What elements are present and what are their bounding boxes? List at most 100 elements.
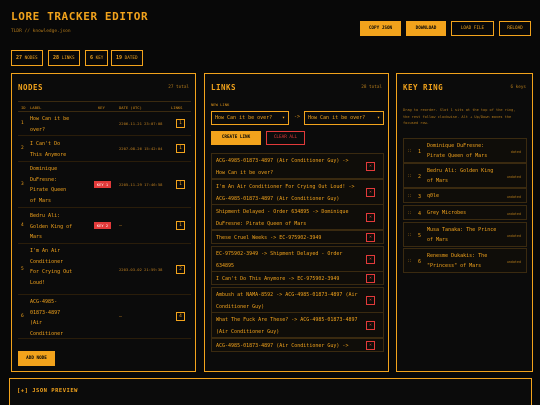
link-from-value: How Can it be over? <box>215 115 273 121</box>
table-row[interactable]: 4 Bedru Ali: Golden King of Mars KEY 2 – 1 <box>18 208 191 244</box>
key-ring-item[interactable]: :: 2 Bedru Ali: Golden King of Mars undated <box>403 163 527 188</box>
node-label-line: 01873-4897 <box>30 309 61 316</box>
link-item[interactable]: Shipment Delayed - Order 634895 -> Domin… <box>211 204 384 230</box>
link-text-line: DuFresne: Pirate Queen of Mars <box>216 221 307 227</box>
table-row[interactable]: 2 I Can't Do This Anymore 2207-08-26 15:42:… <box>18 136 191 162</box>
key-label-line: Renesme Dukakis: The <box>427 253 488 259</box>
link-to-select[interactable]: How Can it be over? ▾ <box>304 111 384 125</box>
node-label: How Can it be over? <box>30 114 88 135</box>
link-item[interactable]: I'm An Air Conditioner For Crying Out Lo… <box>211 179 384 205</box>
links-panel: LINKS 28 total NEW LINK How Can it be ov… <box>204 73 389 372</box>
node-id: 5 <box>21 267 24 272</box>
link-text-line: ACG-4985-01873-4897 (Air Conditioner Guy… <box>216 343 349 349</box>
link-item[interactable]: ACG-4985-01873-4897 (Air Conditioner Guy… <box>211 153 384 179</box>
key-ring-item[interactable]: :: 5 Musa Tanaka: The Prince of Mars undated <box>403 222 527 247</box>
stat-value: 19 <box>116 55 123 61</box>
key-label: q0le <box>427 191 507 201</box>
node-id: 1 <box>21 121 24 126</box>
drag-handle-icon[interactable]: :: <box>407 233 412 238</box>
node-label: ACG-4985- 01873-4897 (Air Conditioner <box>30 297 88 339</box>
link-item[interactable]: ACG-4985-01873-4897 (Air Conditioner Guy… <box>211 338 384 352</box>
remove-link-icon[interactable]: × <box>366 213 375 222</box>
key-ring-item[interactable]: :: 4 Grey Microbes undated <box>403 205 527 220</box>
keyring-panel: KEY RING 6 keys Drag to reorder. Slot 1 … <box>396 73 533 372</box>
remove-link-icon[interactable]: × <box>366 233 375 242</box>
links-list[interactable]: ACG-4985-01873-4897 (Air Conditioner Guy… <box>211 153 384 369</box>
key-ring-item[interactable]: :: 6 Renesme Dukakis: The "Princess" of Mar… <box>403 248 527 273</box>
key-label-line: Pirate Queen of Mars <box>427 153 488 159</box>
json-preview-toggle[interactable]: [+] JSON PREVIEW <box>9 378 532 405</box>
link-item[interactable]: EC-975902-3949 -> Shipment Delayed - Ord… <box>211 246 384 272</box>
json-preview-title: [+] JSON PREVIEW <box>17 388 78 394</box>
keyring-panel-title: KEY RING <box>403 83 444 92</box>
link-item[interactable]: These Cruel Weeks -> EC-975902-3949 × <box>211 230 384 244</box>
drag-handle-icon[interactable]: :: <box>407 149 412 154</box>
node-label-line: Mars <box>30 234 43 240</box>
table-row[interactable]: 3 Dominique DuFresne: Pirate Queen of Mars KE… <box>18 162 191 208</box>
download-button[interactable]: DOWNLOAD <box>406 21 446 36</box>
node-label-line: This Anymore <box>30 151 67 158</box>
link-text-line: Ambush at NAMA-8592 -> ACG-4985-01873-48… <box>216 292 358 298</box>
link-item[interactable]: Ambush at NAMA-8592 -> ACG-4985-01873-48… <box>211 287 384 313</box>
node-links-count: 1 <box>176 221 185 230</box>
link-text: I Can't Do This Anymore -> EC-975902-394… <box>216 273 364 285</box>
stat-label: NODES <box>24 56 38 61</box>
load-file-button[interactable]: LOAD FILE <box>451 21 494 36</box>
link-item[interactable]: What The Fuck Are These? -> ACG-4985-018… <box>211 312 384 338</box>
remove-link-icon[interactable]: × <box>366 341 375 350</box>
node-links-count: 4 <box>176 312 185 321</box>
remove-link-icon[interactable]: × <box>366 162 375 171</box>
reload-button[interactable]: RELOAD <box>499 21 531 36</box>
link-text: EC-975902-3949 -> Shipment Delayed - Ord… <box>216 248 364 272</box>
link-text-line: Shipment Delayed - Order 634895 -> Domin… <box>216 209 349 215</box>
key-label-line: of Mars <box>427 237 449 243</box>
drag-handle-icon[interactable]: :: <box>407 259 412 264</box>
table-row[interactable]: 1 How Can it be over? 2206-11-21 23:07:08 1 <box>18 112 191 136</box>
remove-link-icon[interactable]: × <box>366 255 375 264</box>
clear-all-button[interactable]: CLEAR ALL <box>266 131 305 145</box>
remove-link-icon[interactable]: × <box>366 274 375 283</box>
key-date-status: undated <box>506 195 521 199</box>
drag-handle-icon[interactable]: :: <box>407 174 412 179</box>
node-date: 2207-08-26 15:42:04 <box>119 146 163 151</box>
node-label-line: (Air <box>30 320 43 326</box>
node-date: – <box>119 223 123 229</box>
link-text: These Cruel Weeks -> EC-975902-3949 <box>216 232 364 244</box>
key-label: Musa Tanaka: The Prince of Mars <box>427 225 507 245</box>
keyring-count: 6 keys <box>510 85 526 90</box>
key-label-line: Bedru Ali: Golden King <box>427 168 494 174</box>
stat-label: LINKS <box>61 56 75 61</box>
link-text: Ambush at NAMA-8592 -> ACG-4985-01873-48… <box>216 289 364 313</box>
node-label-line: Conditioner <box>30 258 64 265</box>
node-label: I Can't Do This Anymore <box>30 139 88 160</box>
node-links-count: 2 <box>176 265 185 274</box>
link-text: Shipment Delayed - Order 634895 -> Domin… <box>216 206 364 230</box>
node-label-line: Golden King of <box>30 223 73 230</box>
key-label-line: of Mars <box>427 178 449 184</box>
copy-json-button[interactable]: COPY JSON <box>360 21 401 36</box>
drag-handle-icon[interactable]: :: <box>407 211 412 216</box>
add-node-button[interactable]: ADD NODE <box>18 351 55 366</box>
key-ring-item[interactable]: :: 1 Dominique DuFresne: Pirate Queen of Ma… <box>403 138 527 163</box>
create-link-button[interactable]: CREATE LINK <box>211 131 261 145</box>
stat-value: 28 <box>53 55 60 61</box>
key-ring-item[interactable]: :: 3 q0le undated <box>403 188 527 203</box>
link-item[interactable]: I Can't Do This Anymore -> EC-975902-394… <box>211 271 384 285</box>
link-text-line: ACG-4985-01873-4897 (Air Conditioner Guy… <box>216 158 349 164</box>
remove-link-icon[interactable]: × <box>366 321 375 330</box>
stat-links: 28 LINKS <box>48 50 80 66</box>
remove-link-icon[interactable]: × <box>366 188 375 197</box>
key-label-line: "Princess" of Mars <box>427 263 482 269</box>
key-label-line: Grey Microbes <box>427 210 467 216</box>
link-from-select[interactable]: How Can it be over? ▾ <box>211 111 289 125</box>
key-badge: KEY 1 <box>94 181 111 188</box>
drag-handle-icon[interactable]: :: <box>407 194 412 199</box>
col-label: LABEL <box>30 105 42 110</box>
remove-link-icon[interactable]: × <box>366 296 375 305</box>
link-text: ACG-4985-01873-4897 (Air Conditioner Guy… <box>216 340 364 352</box>
table-row[interactable]: 5 I'm An Air Conditioner For Crying Out Loud… <box>18 244 191 295</box>
key-label-line: Dominique DuFresne: <box>427 143 485 149</box>
col-id: ID <box>21 105 26 110</box>
link-text: ACG-4985-01873-4897 (Air Conditioner Guy… <box>216 155 364 179</box>
table-row[interactable]: 6 ACG-4985- 01873-4897 (Air Conditioner – 4 <box>18 295 191 339</box>
